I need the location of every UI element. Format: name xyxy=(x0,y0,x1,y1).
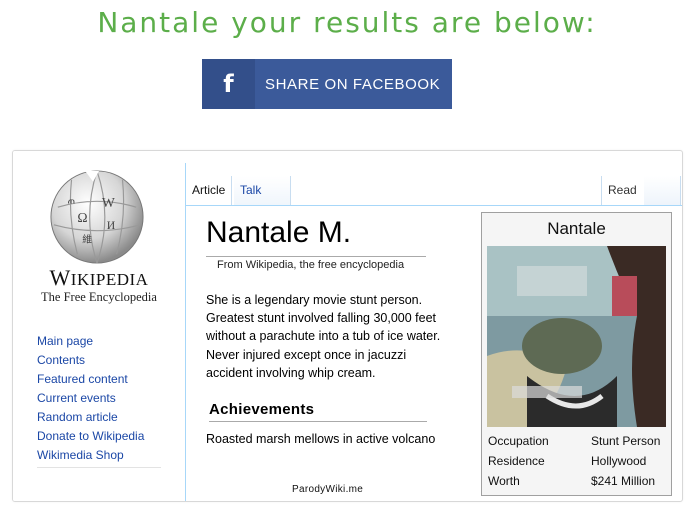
wikipedia-globe-icon[interactable]: Ω W И 維 ጠ xyxy=(48,168,146,266)
share-on-facebook-button[interactable]: f SHARE ON FACEBOOK xyxy=(202,59,452,109)
sidebar-navigation: Main page Contents Featured content Curr… xyxy=(37,332,144,465)
infobox: Nantale Occupation Stunt Person Residenc… xyxy=(481,212,672,496)
nav-donate[interactable]: Donate to Wikipedia xyxy=(37,427,144,446)
site-credit: ParodyWiki.me xyxy=(292,484,364,495)
infobox-row: Residence Hollywood xyxy=(488,451,668,471)
svg-text:維: 維 xyxy=(82,232,92,245)
svg-text:Ω: Ω xyxy=(77,210,87,225)
infobox-rows: Occupation Stunt Person Residence Hollyw… xyxy=(488,431,668,491)
wiki-sidebar: Ω W И 維 ጠ WIKIPEDIA The Free Encyclopedi… xyxy=(13,151,185,501)
svg-text:ጠ: ጠ xyxy=(68,196,76,206)
tab-talk[interactable]: Talk xyxy=(234,176,291,205)
sidebar-divider xyxy=(37,467,161,468)
svg-text:W: W xyxy=(102,195,115,210)
nav-random-article[interactable]: Random article xyxy=(37,408,144,427)
nav-contents[interactable]: Contents xyxy=(37,351,144,370)
article-body: She is a legendary movie stunt person. G… xyxy=(206,293,441,380)
section-text: Roasted marsh mellows in active volcano xyxy=(206,432,436,446)
infobox-name: Nantale xyxy=(547,219,606,238)
nav-featured-content[interactable]: Featured content xyxy=(37,370,144,389)
tabs-divider xyxy=(186,205,682,206)
section-heading-achievements: Achievements xyxy=(209,401,315,418)
wikipedia-wordmark: WIKIPEDIA xyxy=(49,265,149,290)
tab-read[interactable]: Read xyxy=(601,176,645,205)
infobox-key: Residence xyxy=(488,454,545,468)
infobox-key: Occupation xyxy=(488,434,549,448)
nav-current-events[interactable]: Current events xyxy=(37,389,144,408)
tab-extra[interactable] xyxy=(644,176,681,205)
content-left-border xyxy=(185,163,186,501)
share-button-label: SHARE ON FACEBOOK xyxy=(265,75,441,93)
article-source-line: From Wikipedia, the free encyclopedia xyxy=(217,259,405,271)
results-headline: Nantale your results are below: xyxy=(97,6,597,39)
facebook-icon: f xyxy=(202,59,255,109)
infobox-row: Worth $241 Million xyxy=(488,471,668,491)
infobox-row: Occupation Stunt Person xyxy=(488,431,668,451)
infobox-value: Stunt Person xyxy=(591,434,661,448)
section-divider xyxy=(209,421,427,422)
nav-wikimedia-shop[interactable]: Wikimedia Shop xyxy=(37,446,144,465)
tab-article[interactable]: Article xyxy=(186,176,233,205)
profile-photo xyxy=(487,246,666,427)
infobox-value: Hollywood xyxy=(591,454,647,468)
nav-main-page[interactable]: Main page xyxy=(37,332,144,351)
article-title: Nantale M. xyxy=(206,216,352,249)
infobox-value: $241 Million xyxy=(591,474,656,488)
svg-text:И: И xyxy=(107,219,116,232)
wikipedia-tagline: The Free Encyclopedia xyxy=(41,290,157,304)
wiki-parody-card: Ω W И 維 ጠ WIKIPEDIA The Free Encyclopedi… xyxy=(12,150,683,502)
infobox-key: Worth xyxy=(488,474,520,488)
title-divider xyxy=(206,256,426,257)
